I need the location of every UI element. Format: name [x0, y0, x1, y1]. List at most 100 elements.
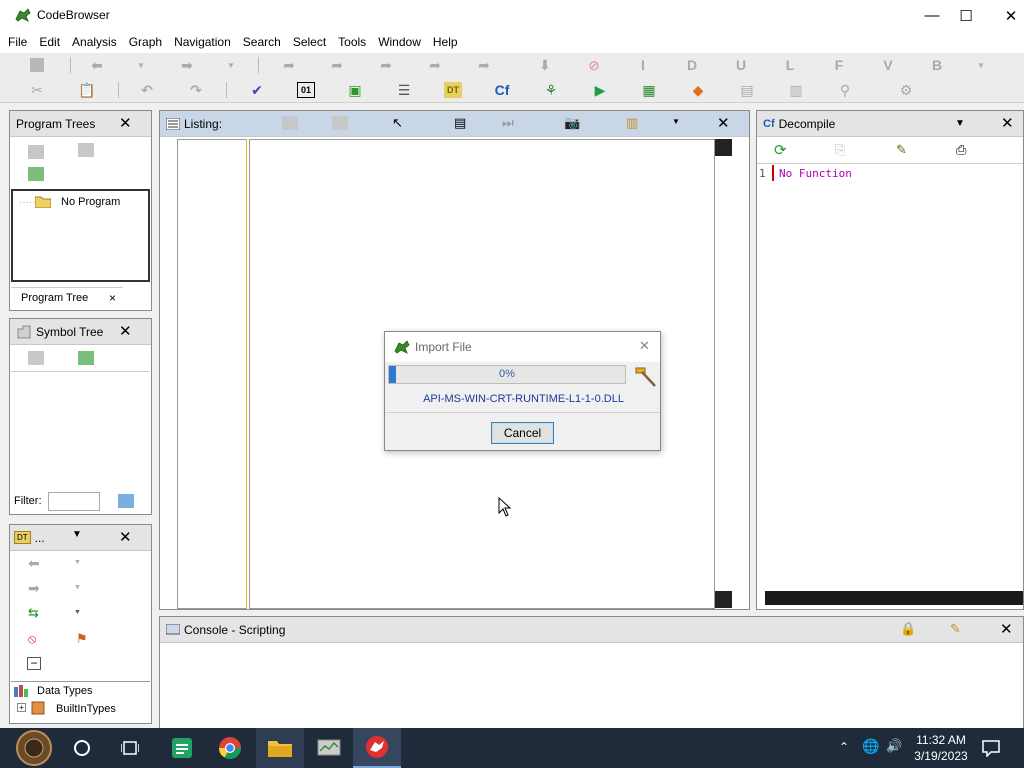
listing-menu-icon[interactable]: ▼ [672, 117, 680, 126]
listing-close-icon[interactable]: ✕ [717, 114, 730, 132]
data-types-close-icon[interactable]: ✕ [119, 528, 132, 546]
listing-scroll-bottom[interactable] [715, 591, 732, 608]
symbol-filter-input[interactable] [48, 492, 100, 511]
toolbar-letter-b[interactable]: B [928, 57, 946, 73]
volume-icon[interactable]: 🔊 [886, 738, 902, 754]
dt-forward-icon[interactable]: ➡ [28, 580, 40, 597]
menu-help[interactable]: Help [433, 35, 458, 49]
builtin-types-item[interactable]: BuiltInTypes [56, 703, 116, 715]
taskbar-file-explorer[interactable] [256, 728, 304, 768]
symbol-edit-icon[interactable] [28, 351, 44, 365]
run-script-icon[interactable]: ▶ [591, 82, 609, 98]
toolbar-letter-d[interactable]: D [683, 57, 701, 73]
cancel-button[interactable]: Cancel [491, 422, 554, 444]
close-window-button[interactable]: ✕ [988, 0, 1024, 31]
menu-edit[interactable]: Edit [39, 35, 60, 49]
menu-file[interactable]: File [8, 35, 27, 49]
program-tree-item[interactable]: No Program [61, 196, 120, 208]
dt-arrange-dropdown-icon[interactable]: ▼ [74, 609, 81, 616]
dt-forward-dropdown-icon[interactable]: ▼ [74, 584, 81, 591]
program-trees-close-icon[interactable]: ✕ [119, 114, 132, 132]
nav-next-function-icon[interactable]: ➦ [475, 57, 493, 73]
paste-icon[interactable]: 📋 [78, 82, 96, 98]
menu-graph[interactable]: Graph [129, 35, 162, 49]
bytes-view-icon[interactable]: ▦ [640, 82, 658, 98]
tab-program-tree-close-icon[interactable]: × [109, 291, 116, 305]
toolbar-letter-i[interactable]: I [634, 57, 652, 73]
taskbar-ghidra[interactable] [353, 728, 401, 768]
refresh-icon[interactable]: ⟳ [774, 141, 787, 159]
decompile-copy-icon[interactable]: ⎘ [835, 142, 845, 158]
listing-view-icon[interactable]: ▤ [738, 82, 756, 98]
listing-copy-icon[interactable] [282, 116, 298, 130]
console-output[interactable] [160, 644, 1023, 729]
search-button[interactable] [58, 728, 106, 768]
console-lock-icon[interactable]: 🔒 [900, 621, 916, 637]
folder-tree-icon[interactable] [78, 143, 94, 157]
letter-dropdown-icon[interactable]: ▼ [972, 57, 990, 73]
decompile-hscrollbar[interactable] [765, 591, 1023, 605]
decompile-edit-icon[interactable]: ✎ [896, 142, 907, 158]
taskbar-clock[interactable]: 11:32 AM 3/19/2023 [906, 732, 976, 764]
menu-search[interactable]: Search [243, 35, 281, 49]
settings-gear-icon[interactable]: ⚙ [897, 82, 915, 98]
data-types-menu-icon[interactable]: ▼ [72, 529, 82, 540]
maximize-button[interactable]: ☐ [943, 0, 989, 31]
toolbar-letter-v[interactable]: V [879, 57, 897, 73]
decompile-snapshot-icon[interactable]: ⎙ [956, 142, 966, 158]
start-button[interactable] [10, 728, 58, 768]
memory-map-icon[interactable]: ▣ [346, 82, 364, 98]
save-icon[interactable] [28, 57, 46, 73]
task-view-button[interactable] [106, 728, 154, 768]
console-close-icon[interactable]: ✕ [1000, 620, 1013, 638]
down-arrow-icon[interactable]: ⬇ [536, 57, 554, 73]
dialog-close-icon[interactable]: ✕ [639, 338, 650, 354]
merge-tree-icon[interactable] [28, 167, 44, 181]
listing-options-icon[interactable]: ▥ [626, 115, 638, 131]
listing-paste-icon[interactable] [332, 116, 348, 130]
undo-icon[interactable]: ↶ [138, 82, 156, 98]
redo-icon[interactable]: ↷ [187, 82, 205, 98]
binary-icon[interactable]: 01 [297, 82, 315, 98]
forward-dropdown-icon[interactable]: ▼ [222, 57, 240, 73]
menu-navigation[interactable]: Navigation [174, 35, 231, 49]
decompile-menu-icon[interactable]: ▼ [955, 118, 965, 129]
call-tree-icon[interactable]: ⚲ [836, 82, 854, 98]
dt-collapse-icon[interactable]: − [27, 657, 41, 670]
dt-arrange-icon[interactable]: ⇆ [28, 605, 39, 621]
function-graph-icon[interactable]: ⚘ [542, 82, 560, 98]
dt-filter-icon[interactable]: ⚑ [76, 631, 88, 647]
toolbar-letter-l[interactable]: L [781, 57, 799, 73]
menu-select[interactable]: Select [293, 35, 326, 49]
checkmark-icon[interactable]: ✔ [248, 82, 266, 98]
nav-next-undefined-icon[interactable]: ➦ [377, 57, 395, 73]
symbol-tree-close-icon[interactable]: ✕ [119, 322, 132, 340]
register-icon[interactable]: ☰ [395, 82, 413, 98]
tray-chevron-icon[interactable]: ⌃ [839, 740, 849, 754]
decompile-close-icon[interactable]: ✕ [1001, 114, 1014, 132]
symbol-import-icon[interactable] [78, 351, 94, 365]
toolbar-letter-f[interactable]: F [830, 57, 848, 73]
taskbar-app-green[interactable] [158, 728, 206, 768]
nav-next-label-icon[interactable]: ➦ [426, 57, 444, 73]
taskbar-chrome[interactable] [206, 728, 254, 768]
bookmark-diamond-icon[interactable]: ◆ [689, 82, 707, 98]
data-type-manager-icon[interactable]: DT [444, 82, 462, 98]
listing-diff-icon[interactable]: ⏭ [502, 115, 514, 131]
listing-format-icon[interactable]: ▤ [454, 115, 466, 131]
decompile-view[interactable]: 1 No Function [757, 163, 1023, 591]
no-entry-icon[interactable]: ⊘ [585, 57, 603, 73]
decompiler-icon[interactable]: Cf [493, 82, 511, 98]
open-tree-icon[interactable] [28, 145, 44, 159]
filter-options-icon[interactable] [118, 494, 134, 508]
dt-back-dropdown-icon[interactable]: ▼ [74, 559, 81, 566]
menu-tools[interactable]: Tools [338, 35, 366, 49]
back-dropdown-icon[interactable]: ▼ [132, 57, 150, 73]
expand-icon[interactable]: + [17, 703, 26, 712]
console-clear-icon[interactable]: ✎ [950, 621, 961, 637]
tab-program-tree[interactable]: Program Tree × [11, 287, 123, 309]
nav-next-data-icon[interactable]: ➦ [328, 57, 346, 73]
cut-icon[interactable]: ✂ [28, 82, 46, 98]
listing-scrollbar[interactable] [715, 139, 732, 609]
export-icon[interactable]: ▥ [787, 82, 805, 98]
